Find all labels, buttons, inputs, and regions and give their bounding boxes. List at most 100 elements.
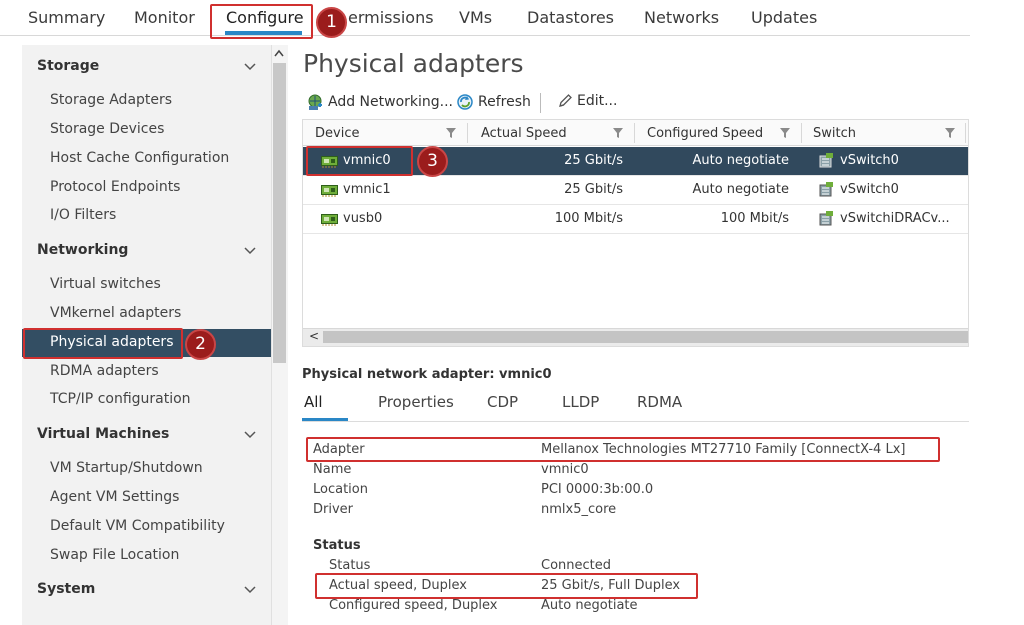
tab-all[interactable]: All <box>304 393 323 411</box>
virtual-switch-icon <box>819 182 833 197</box>
sidebar-item-storage-devices[interactable]: Storage Devices <box>50 121 164 137</box>
chevron-down-icon[interactable] <box>244 61 256 73</box>
column-switch[interactable]: Switch <box>813 126 856 141</box>
status-section-header: Status <box>313 538 361 553</box>
sidebar-item-protocol-endpoints[interactable]: Protocol Endpoints <box>50 179 180 195</box>
cell-configured-speed: Auto negotiate <box>692 153 789 168</box>
add-networking-icon <box>308 94 322 110</box>
prop-label-status: Status <box>329 558 371 573</box>
sidebar-scroll-thumb[interactable] <box>273 63 286 363</box>
network-card-icon <box>321 185 338 197</box>
prop-value-status: Connected <box>541 558 612 573</box>
callout-badge-3: 3 <box>417 146 448 177</box>
filter-icon[interactable] <box>945 128 955 138</box>
tab-cdp[interactable]: CDP <box>487 393 518 411</box>
tab-lldp[interactable]: LLDP <box>562 393 599 411</box>
toolbar-divider <box>540 93 541 113</box>
cell-actual-speed: 25 Gbit/s <box>564 182 623 197</box>
filter-icon[interactable] <box>613 128 623 138</box>
sidebar-section-networking[interactable]: Networking <box>37 242 128 258</box>
refresh-label: Refresh <box>478 94 531 110</box>
cell-configured-speed: Auto negotiate <box>692 182 789 197</box>
cell-device: vmnic1 <box>343 182 391 197</box>
edit-label: Edit... <box>577 93 618 109</box>
chevron-down-icon[interactable] <box>244 584 256 596</box>
sidebar-item-vm-startup[interactable]: VM Startup/Shutdown <box>50 460 203 476</box>
sidebar-item-virtual-switches[interactable]: Virtual switches <box>50 276 161 292</box>
tab-datastores[interactable]: Datastores <box>527 8 614 27</box>
grid-header: Device Actual Speed Configured Speed Swi… <box>303 120 968 146</box>
callout-badge-2: 2 <box>185 329 216 360</box>
sidebar-section-virtual-machines[interactable]: Virtual Machines <box>37 426 169 442</box>
column-actual-speed[interactable]: Actual Speed <box>481 126 567 141</box>
tab-properties[interactable]: Properties <box>378 393 454 411</box>
tab-summary[interactable]: Summary <box>28 8 105 27</box>
scroll-left-icon[interactable]: < <box>309 329 319 343</box>
tab-permissions[interactable]: ermissions <box>348 8 434 27</box>
column-divider <box>965 123 966 143</box>
sidebar-item-io-filters[interactable]: I/O Filters <box>50 207 116 223</box>
tab-monitor[interactable]: Monitor <box>134 8 195 27</box>
prop-label-location: Location <box>313 482 368 497</box>
callout-badge-1: 1 <box>316 7 347 38</box>
edit-button[interactable]: Edit... <box>557 93 617 109</box>
cell-actual-speed: 25 Gbit/s <box>564 153 623 168</box>
column-divider <box>634 123 635 143</box>
table-row[interactable]: vusb0 100 Mbit/s 100 Mbit/s vSwitchiDRAC… <box>303 205 968 234</box>
highlight-physical-adapters <box>23 328 183 359</box>
sidebar-section-storage[interactable]: Storage <box>37 58 99 74</box>
sidebar-item-tcpip[interactable]: TCP/IP configuration <box>50 391 191 407</box>
prop-value-location: PCI 0000:3b:00.0 <box>541 482 654 497</box>
add-networking-label: Add Networking... <box>328 94 454 110</box>
page-title: Physical adapters <box>303 49 524 78</box>
prop-label-configured-speed: Configured speed, Duplex <box>329 598 498 613</box>
sidebar-section-system[interactable]: System <box>37 581 95 597</box>
cell-device: vusb0 <box>343 211 383 226</box>
refresh-button[interactable]: Refresh <box>456 93 531 111</box>
column-configured-speed[interactable]: Configured Speed <box>647 126 763 141</box>
column-divider <box>467 123 468 143</box>
highlight-adapter-row <box>306 437 940 462</box>
active-detail-tab-indicator <box>302 418 348 421</box>
detail-panel-title: Physical network adapter: vmnic0 <box>302 367 552 382</box>
top-tab-bar: Summary Monitor Configure ermissions VMs… <box>0 0 970 36</box>
tab-rdma[interactable]: RDMA <box>637 393 682 411</box>
highlight-actual-speed-row <box>315 573 698 599</box>
tab-vms[interactable]: VMs <box>459 8 492 27</box>
prop-value-configured-speed: Auto negotiate <box>541 598 638 613</box>
sidebar-item-default-vm-compat[interactable]: Default VM Compatibility <box>50 518 225 534</box>
sidebar-item-agent-vm[interactable]: Agent VM Settings <box>50 489 179 505</box>
tab-updates[interactable]: Updates <box>751 8 817 27</box>
network-card-icon <box>321 214 338 226</box>
detail-tabs-divider <box>302 421 969 422</box>
cell-switch: vSwitch0 <box>840 153 899 168</box>
cell-actual-speed: 100 Mbit/s <box>554 211 623 226</box>
column-device[interactable]: Device <box>315 126 359 141</box>
prop-value-driver: nmlx5_core <box>541 502 617 517</box>
sidebar-item-vmkernel-adapters[interactable]: VMkernel adapters <box>50 305 181 321</box>
grid-scroll-thumb[interactable] <box>323 331 968 343</box>
virtual-switch-icon <box>819 211 833 226</box>
table-row[interactable]: vmnic1 25 Gbit/s Auto negotiate vSwitch0 <box>303 176 968 205</box>
refresh-icon <box>457 94 473 110</box>
cell-switch: vSwitchiDRACv... <box>840 211 950 226</box>
cell-switch: vSwitch0 <box>840 182 899 197</box>
highlight-configure-tab <box>210 4 313 39</box>
chevron-down-icon[interactable] <box>244 245 256 257</box>
sidebar-item-host-cache[interactable]: Host Cache Configuration <box>50 150 229 166</box>
chevron-down-icon[interactable] <box>244 429 256 441</box>
tab-networks[interactable]: Networks <box>644 8 719 27</box>
pencil-icon <box>559 94 572 107</box>
column-divider <box>801 123 802 143</box>
grid-horizontal-scrollbar[interactable]: < <box>303 328 968 346</box>
filter-icon[interactable] <box>446 128 456 138</box>
filter-icon[interactable] <box>780 128 790 138</box>
highlight-vmnic0 <box>306 146 413 176</box>
prop-label-name: Name <box>313 462 352 477</box>
sidebar-item-swap-file[interactable]: Swap File Location <box>50 547 179 563</box>
sidebar-item-rdma-adapters[interactable]: RDMA adapters <box>50 363 159 379</box>
virtual-switch-icon <box>819 153 833 168</box>
sidebar-item-storage-adapters[interactable]: Storage Adapters <box>50 92 172 108</box>
scroll-up-icon[interactable] <box>274 49 284 57</box>
add-networking-button[interactable]: Add Networking... <box>306 93 453 111</box>
